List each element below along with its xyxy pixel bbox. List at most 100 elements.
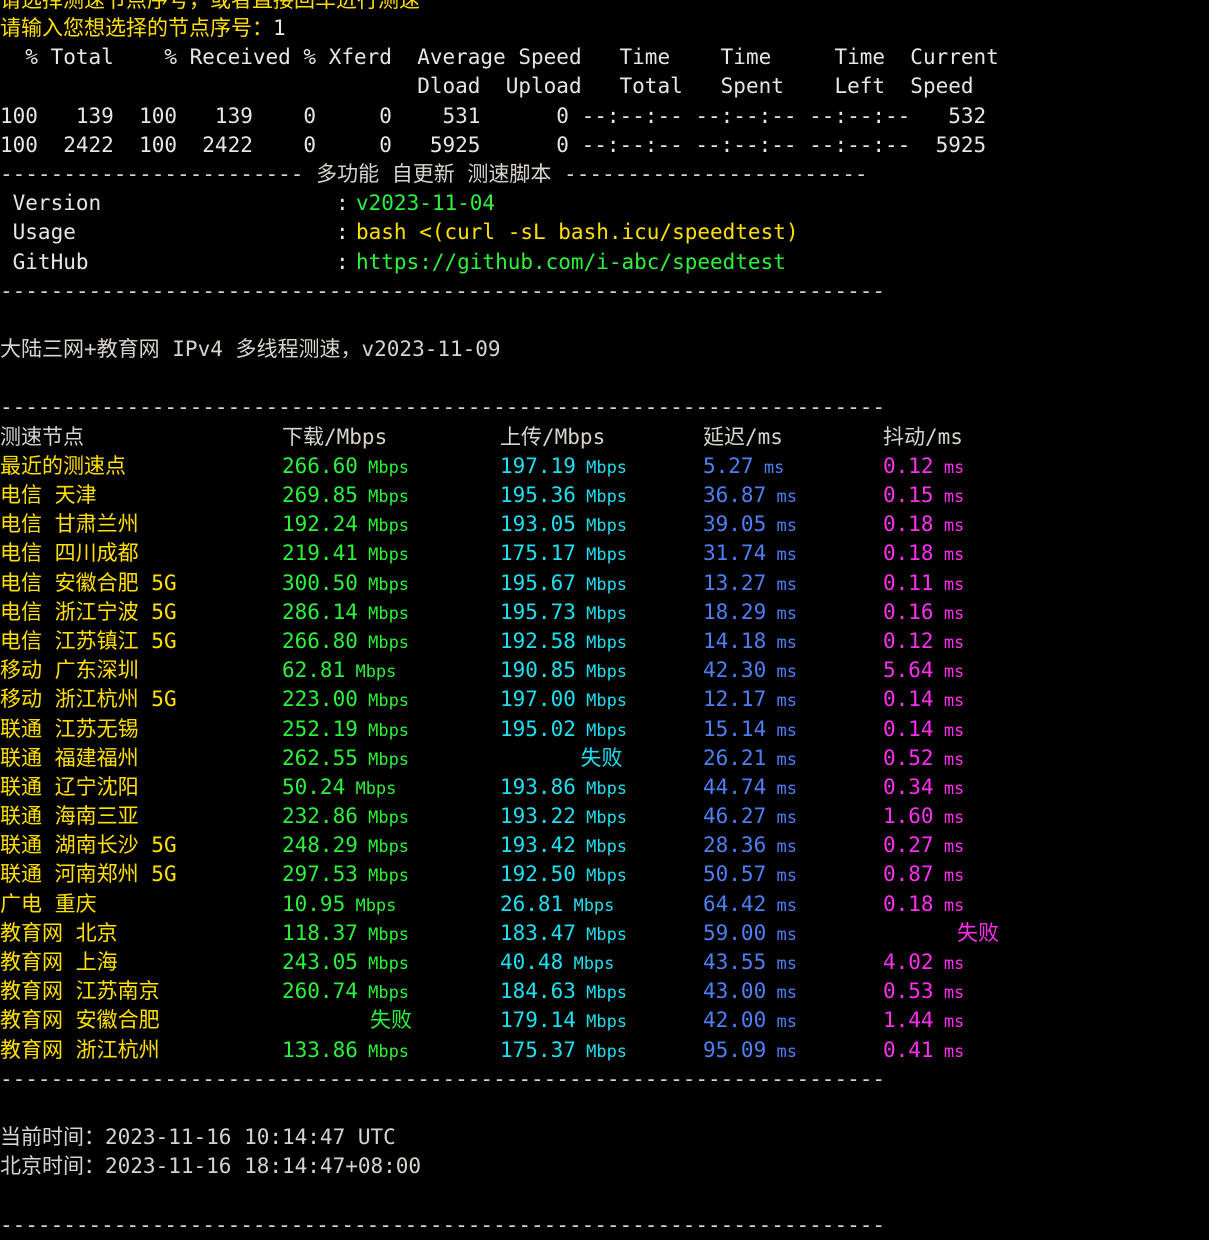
cell-node: 联通 河南郑州 5G	[0, 860, 282, 889]
info-colon: :	[336, 248, 356, 277]
upload-value: 195.67	[500, 571, 576, 595]
table-row: 联通 河南郑州 5G297.53 Mbps192.50 Mbps50.57 ms…	[0, 860, 1209, 889]
curl-progress-row: 100 139 100 139 0 0 531 0 --:--:-- --:--…	[0, 102, 1209, 131]
latency-unit: ms	[766, 545, 797, 565]
jitter-value: 0.18	[883, 512, 934, 536]
cell-download: 266.80 Mbps	[282, 627, 500, 658]
upload-unit: Mbps	[576, 837, 627, 857]
latency-unit: ms	[766, 750, 797, 770]
jitter-unit: ms	[934, 604, 965, 624]
curl-progress-row: 100 2422 100 2422 0 0 5925 0 --:--:-- --…	[0, 131, 1209, 160]
node-label: 电信 安徽合肥	[0, 571, 139, 595]
jitter-value: 0.12	[883, 629, 934, 653]
cell-upload: 179.14 Mbps	[500, 1006, 703, 1037]
upload-unit: Mbps	[576, 808, 627, 828]
beijing-time-label: 北京时间：	[0, 1154, 105, 1178]
cell-download: 266.60 Mbps	[282, 452, 500, 483]
node-label: 电信 天津	[0, 483, 97, 507]
jitter-value: 0.41	[883, 1038, 934, 1062]
download-unit: Mbps	[358, 604, 409, 624]
cell-latency: 64.42 ms	[703, 890, 883, 921]
upload-value: 175.37	[500, 1038, 576, 1062]
download-unit: Mbps	[358, 691, 409, 711]
download-value: 269.85	[282, 483, 358, 507]
fail-text: 失败	[370, 1008, 412, 1032]
usage-command[interactable]: bash <(curl -sL bash.icu/speedtest)	[356, 218, 799, 247]
cell-latency: 14.18 ms	[703, 627, 883, 658]
table-row: 电信 四川成都219.41 Mbps175.17 Mbps31.74 ms0.1…	[0, 539, 1209, 568]
upload-value: 190.85	[500, 658, 576, 682]
upload-value: 193.05	[500, 512, 576, 536]
cell-jitter: 4.02 ms	[883, 948, 1073, 979]
table-header-row: 测速节点 下载/Mbps 上传/Mbps 延迟/ms 抖动/ms	[0, 423, 1209, 452]
separator-line: ----------------------------------------…	[0, 277, 1209, 306]
jitter-value: 0.52	[883, 746, 934, 770]
node-label: 教育网 北京	[0, 921, 118, 945]
cell-node: 联通 辽宁沈阳	[0, 773, 282, 802]
latency-value: 36.87	[703, 483, 766, 507]
jitter-unit: ms	[934, 896, 965, 916]
upload-value: 197.00	[500, 687, 576, 711]
upload-value: 179.14	[500, 1008, 576, 1032]
table-row: 电信 甘肃兰州192.24 Mbps193.05 Mbps39.05 ms0.1…	[0, 510, 1209, 539]
cell-latency: 13.27 ms	[703, 569, 883, 600]
banner-left-dashes: ------------------------	[0, 162, 303, 186]
cell-latency: 43.55 ms	[703, 948, 883, 979]
latency-unit: ms	[766, 721, 797, 741]
header-latency: 延迟/ms	[703, 423, 883, 452]
download-value: 10.95	[282, 892, 345, 916]
beijing-time-value: 2023-11-16 18:14:47+08:00	[105, 1154, 421, 1178]
latency-unit: ms	[766, 866, 797, 886]
cell-download: 192.24 Mbps	[282, 510, 500, 541]
github-link[interactable]: https://github.com/i-abc/speedtest	[356, 248, 786, 277]
cell-node: 最近的测速点	[0, 452, 282, 481]
jitter-value: 1.60	[883, 804, 934, 828]
node-selection-prompt[interactable]: 请输入您想选择的节点序号：1	[0, 14, 1209, 43]
jitter-value: 0.34	[883, 775, 934, 799]
jitter-unit: ms	[934, 516, 965, 536]
jitter-unit: ms	[934, 1012, 965, 1032]
node-5g-badge: 5G	[139, 629, 177, 653]
jitter-value: 0.87	[883, 862, 934, 886]
banner-title: 多功能 自更新 测速脚本	[303, 162, 564, 186]
cell-jitter: 失败	[883, 919, 1073, 948]
cell-jitter: 0.12 ms	[883, 452, 1073, 483]
latency-unit: ms	[766, 691, 797, 711]
jitter-value: 0.27	[883, 833, 934, 857]
header-download: 下载/Mbps	[282, 423, 500, 452]
latency-value: 46.27	[703, 804, 766, 828]
table-row: 教育网 上海243.05 Mbps40.48 Mbps43.55 ms4.02 …	[0, 948, 1209, 977]
cell-upload: 195.67 Mbps	[500, 569, 703, 600]
download-value: 223.00	[282, 687, 358, 711]
cell-download: 219.41 Mbps	[282, 539, 500, 570]
latency-value: 14.18	[703, 629, 766, 653]
latency-value: 18.29	[703, 600, 766, 624]
cell-latency: 18.29 ms	[703, 598, 883, 629]
download-value: 248.29	[282, 833, 358, 857]
cell-jitter: 0.87 ms	[883, 860, 1073, 891]
download-unit: Mbps	[358, 925, 409, 945]
jitter-unit: ms	[934, 662, 965, 682]
download-unit: Mbps	[358, 458, 409, 478]
cell-node: 教育网 浙江杭州	[0, 1036, 282, 1065]
node-label: 电信 甘肃兰州	[0, 512, 139, 536]
upload-value: 193.42	[500, 833, 576, 857]
cell-node: 联通 海南三亚	[0, 802, 282, 831]
cell-upload: 192.58 Mbps	[500, 627, 703, 658]
upload-unit: Mbps	[576, 458, 627, 478]
separator-line: ----------------------------------------…	[0, 1065, 1209, 1094]
cell-upload: 183.47 Mbps	[500, 919, 703, 950]
download-value: 232.86	[282, 804, 358, 828]
cell-jitter: 0.16 ms	[883, 598, 1073, 629]
cell-download: 10.95 Mbps	[282, 890, 500, 921]
speedtest-table: 测速节点 下载/Mbps 上传/Mbps 延迟/ms 抖动/ms 最近的测速点2…	[0, 423, 1209, 1065]
latency-unit: ms	[766, 1012, 797, 1032]
cell-download: 297.53 Mbps	[282, 860, 500, 891]
latency-unit: ms	[766, 837, 797, 857]
jitter-unit: ms	[934, 458, 965, 478]
jitter-unit: ms	[934, 954, 965, 974]
jitter-unit: ms	[934, 633, 965, 653]
cell-download: 50.24 Mbps	[282, 773, 500, 804]
upload-unit: Mbps	[576, 604, 627, 624]
cell-upload: 193.22 Mbps	[500, 802, 703, 833]
